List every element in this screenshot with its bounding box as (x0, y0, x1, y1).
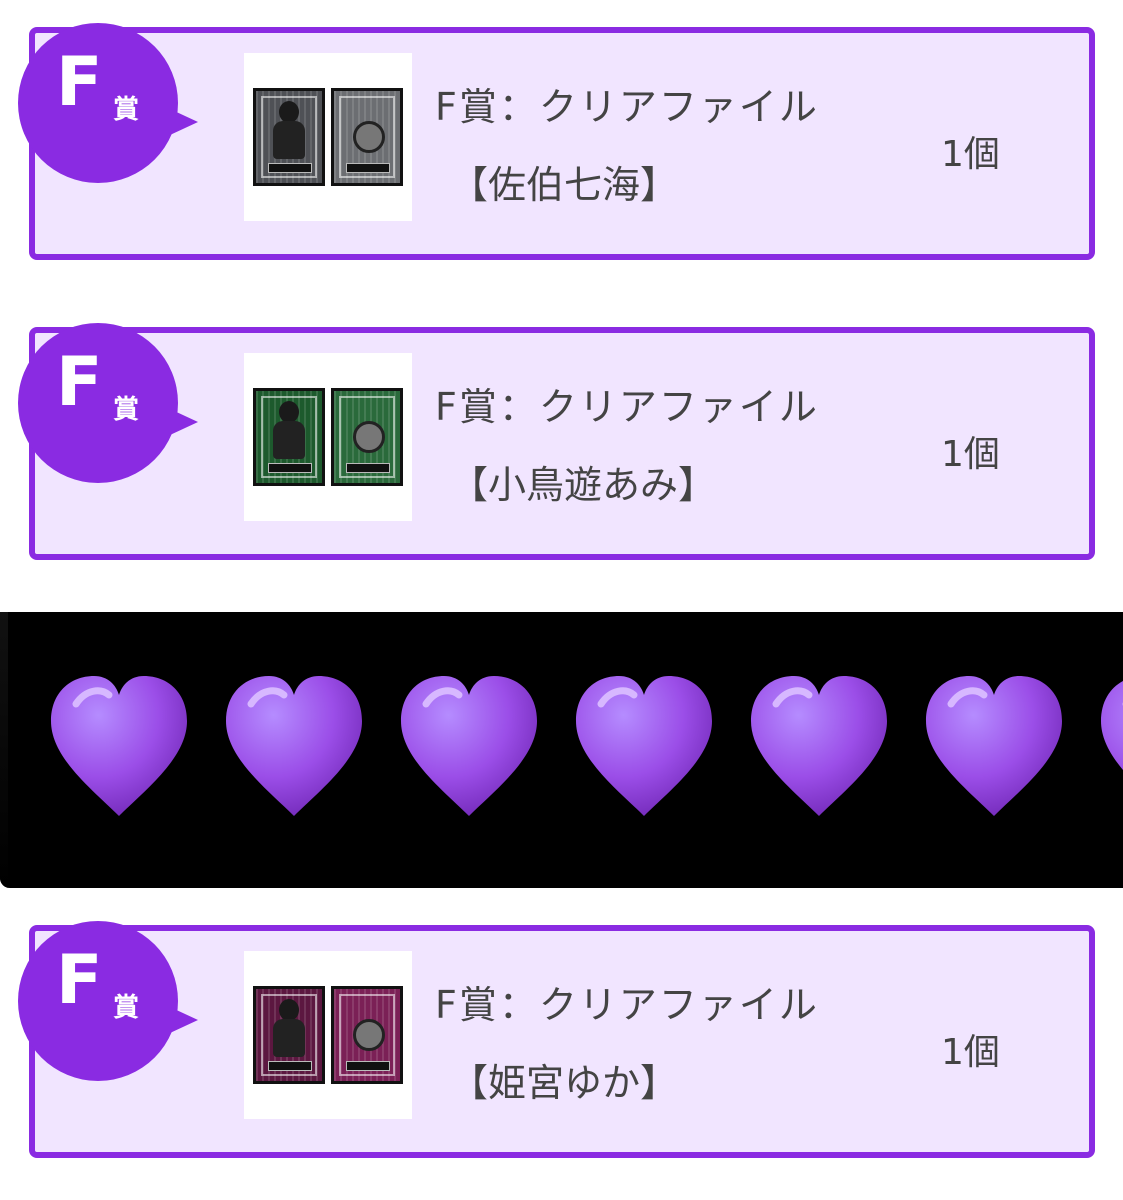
speech-tail-icon (170, 109, 198, 135)
prize-member-name: 【小鳥遊あみ】 (450, 463, 717, 507)
prize-quantity: 1個 (941, 434, 1000, 475)
clear-file-front-image (253, 388, 325, 486)
speech-tail-icon (170, 409, 198, 435)
prize-title: F賞：クリアファイル (435, 983, 819, 1027)
prize-badge-suffix: 賞 (113, 395, 140, 425)
prize-quantity: 1個 (941, 1032, 1000, 1073)
prize-card: F 賞 F賞：クリアファイル 【小鳥遊あみ】 1個 (18, 323, 1095, 560)
prize-badge: F 賞 (18, 921, 198, 1081)
clear-file-front-image (253, 986, 325, 1084)
prize-title: F賞：クリアファイル (435, 385, 819, 429)
prize-badge-letter: F (56, 941, 103, 1020)
prize-thumbnail (244, 951, 412, 1119)
purple-heart-icon (401, 676, 537, 816)
purple-heart-icon (751, 676, 887, 816)
prize-badge-suffix: 賞 (113, 993, 140, 1023)
prize-member-name: 【佐伯七海】 (450, 163, 679, 207)
purple-heart-icon (226, 676, 362, 816)
prize-member-name: 【姫宮ゆか】 (450, 1061, 679, 1105)
prize-badge-letter: F (56, 43, 103, 122)
clear-file-front-image (253, 88, 325, 186)
purple-heart-icon (1101, 681, 1123, 770)
prize-card: F 賞 F賞：クリアファイル 【姫宮ゆか】 1個 (18, 921, 1095, 1158)
prize-badge: F 賞 (18, 323, 198, 483)
speech-tail-icon (170, 1007, 198, 1033)
clear-file-back-image (331, 88, 403, 186)
purple-heart-icon (51, 676, 187, 816)
prize-quantity: 1個 (941, 134, 1000, 175)
clear-file-back-image (331, 388, 403, 486)
prize-thumbnail (244, 53, 412, 221)
purple-heart-icon (926, 676, 1062, 816)
purple-heart-divider (0, 612, 1123, 888)
prize-badge-letter: F (56, 343, 103, 422)
clear-file-back-image (331, 986, 403, 1084)
prize-badge: F 賞 (18, 23, 198, 183)
purple-heart-icon (576, 676, 712, 816)
prize-thumbnail (244, 353, 412, 521)
prize-card: F 賞 F賞：クリアファイル 【佐伯七海】 1個 (18, 23, 1095, 260)
prize-badge-suffix: 賞 (113, 95, 140, 125)
prize-title: F賞：クリアファイル (435, 85, 819, 129)
